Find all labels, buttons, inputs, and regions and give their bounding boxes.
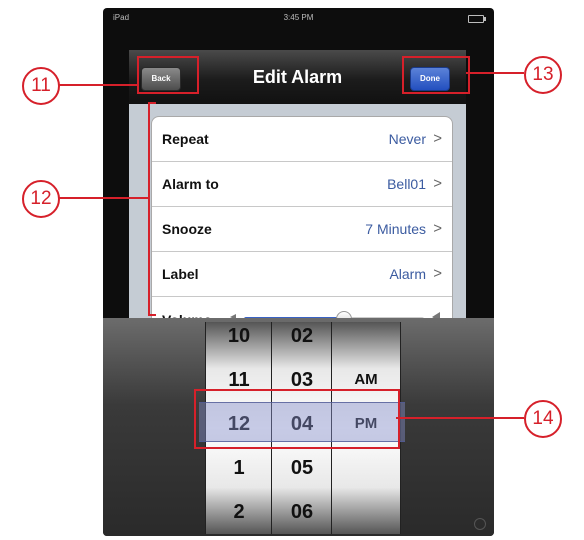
leader-line-12 [58, 197, 148, 199]
minute-option[interactable]: 05 [272, 448, 332, 488]
chevron-right-icon: > [433, 175, 442, 192]
setting-value: Never [388, 131, 426, 147]
chevron-right-icon: > [433, 130, 442, 147]
setting-row-alarm-to[interactable]: Alarm to Bell01 > [152, 162, 452, 207]
leader-line-11 [58, 84, 138, 86]
hour-option[interactable]: 10 [206, 322, 272, 356]
leader-line-14 [396, 417, 524, 419]
bracket-table-bottom [148, 314, 156, 316]
setting-value: 7 Minutes [365, 221, 426, 237]
chevron-right-icon: > [433, 265, 442, 282]
setting-row-volume: Volume [152, 297, 452, 318]
highlight-done-button [402, 56, 470, 94]
highlight-picker-selection [194, 389, 400, 449]
setting-value: Bell01 [387, 176, 426, 192]
setting-value: Alarm [389, 266, 426, 282]
hour-option[interactable]: 2 [206, 492, 272, 532]
highlight-back-button [137, 56, 199, 94]
alarm-settings-table: Repeat Never > Alarm to Bell01 > Snooze … [151, 116, 453, 318]
status-time: 3:45 PM [283, 13, 314, 22]
battery-icon [468, 15, 486, 23]
bracket-table [148, 102, 150, 316]
volume-label: Volume [162, 307, 212, 318]
volume-slider-knob[interactable] [336, 311, 352, 318]
bracket-table-top [148, 102, 156, 104]
leader-line-13 [466, 72, 524, 74]
callout-11: 11 [22, 67, 60, 105]
setting-row-repeat[interactable]: Repeat Never > [152, 117, 452, 162]
callout-12: 12 [22, 180, 60, 218]
setting-label: Repeat [162, 131, 209, 147]
setting-label: Label [162, 266, 199, 282]
chevron-right-icon: > [433, 220, 442, 237]
setting-row-label[interactable]: Label Alarm > [152, 252, 452, 297]
orientation-lock-icon [474, 518, 486, 530]
status-bar: iPad 3:45 PM [103, 8, 494, 28]
setting-row-snooze[interactable]: Snooze 7 Minutes > [152, 207, 452, 252]
callout-14: 14 [524, 400, 562, 438]
setting-label: Alarm to [162, 176, 219, 192]
setting-label: Snooze [162, 221, 212, 237]
hour-option[interactable]: 1 [206, 448, 272, 488]
minute-option[interactable]: 06 [272, 492, 332, 532]
callout-13: 13 [524, 56, 562, 94]
settings-content: Repeat Never > Alarm to Bell01 > Snooze … [129, 104, 466, 318]
minute-option[interactable]: 02 [272, 322, 332, 356]
